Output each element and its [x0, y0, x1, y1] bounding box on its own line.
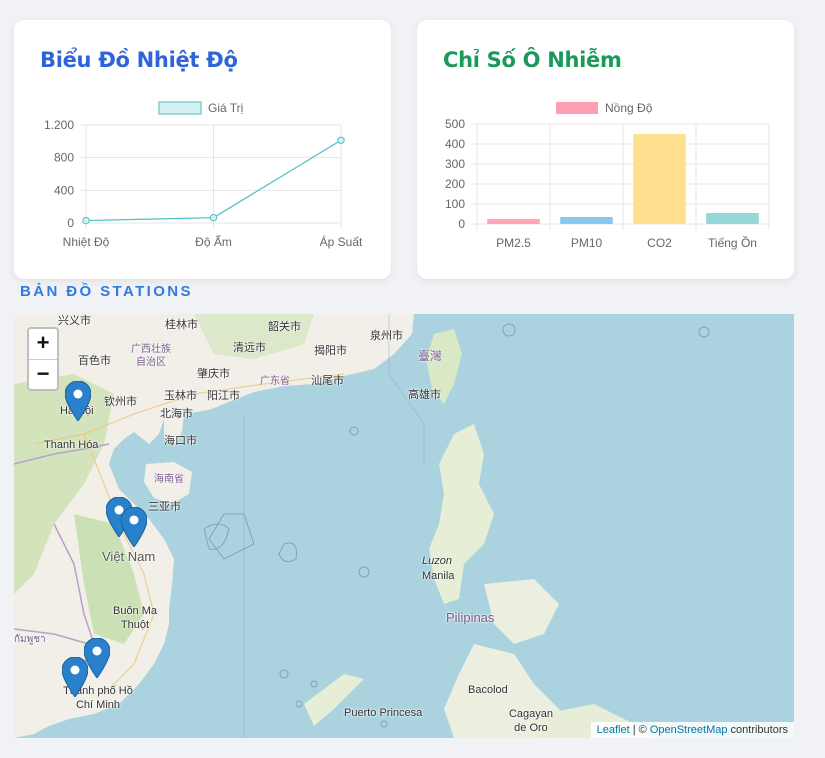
- x-tick-label: Độ Ẩm: [195, 234, 232, 249]
- map-label-puerto-princesa: Puerto Princesa: [344, 707, 423, 719]
- map-label-yulin: 玉林市: [164, 390, 197, 402]
- legend-label: Giá Trị: [208, 101, 243, 115]
- station-marker-hcm-2[interactable]: [62, 657, 88, 697]
- map-label-haikou: 海口市: [164, 435, 197, 447]
- y-tick-label: 200: [445, 177, 465, 191]
- x-tick-label: Nhiệt Độ: [63, 235, 110, 249]
- map-label-buon-ma-thuot: Buôn Ma Thuột: [112, 605, 158, 631]
- map-label-jieyang: 揭阳市: [314, 345, 347, 357]
- attribution-suffix: contributors: [727, 724, 788, 736]
- map-label-sanya: 三亚市: [148, 501, 181, 513]
- y-tick-label: 800: [54, 151, 74, 165]
- map-heading: BẢN ĐỒ STATIONS: [20, 283, 193, 300]
- pollution-card: Chỉ Số Ô Nhiễm 0 100 200 300 400 500 Nồng Độ PM…: [417, 20, 794, 279]
- data-point: [209, 213, 218, 222]
- pollution-chart: 0 100 200 300 400 500 Nồng Độ PM2.5 PM10 CO2 Tiếng…: [445, 101, 770, 250]
- data-point: [337, 136, 345, 144]
- data-point: [82, 216, 90, 225]
- x-tick-label: Áp Suất: [320, 234, 363, 249]
- map-label-shanwei: 汕尾市: [311, 375, 344, 387]
- y-tick-label: 100: [445, 197, 465, 211]
- legend-swatch: [158, 101, 202, 115]
- map-label-manila: Manila: [422, 570, 455, 582]
- y-tick-label: 400: [54, 183, 74, 197]
- map-label-bacolod: Bacolod: [468, 684, 508, 696]
- map-label-yangjiang: 阳江市: [207, 390, 240, 402]
- map-attribution: Leaflet | © OpenStreetMap contributors: [590, 722, 794, 738]
- stations-map[interactable]: Hà Nội Thanh Hóa Việt Nam Buôn Ma Thuột …: [14, 314, 794, 738]
- bar: [560, 217, 613, 224]
- map-label-viet-nam: Việt Nam: [102, 549, 156, 564]
- zoom-out-button[interactable]: −: [29, 359, 57, 389]
- temperature-chart: 0 400 800 1.200 Nhiệt Độ Độ Ẩm Áp Suất Giá Trị: [44, 101, 363, 249]
- station-marker-hanoi[interactable]: [65, 381, 91, 421]
- map-label-xingyi: 兴义市: [58, 315, 91, 327]
- map-label-cagayan: Cagayan de Oro: [508, 708, 554, 734]
- map-label-baise: 百色市: [78, 355, 111, 367]
- x-tick-label: Tiếng Ồn: [708, 235, 757, 250]
- map-label-pilipinas: Pilipinas: [446, 610, 495, 625]
- map-label-qinzhou: 钦州市: [104, 396, 137, 408]
- map-label-kaohsiung: 高雄市: [408, 389, 441, 401]
- y-tick-label: 500: [445, 117, 465, 131]
- map-label-guilin: 桂林市: [165, 319, 198, 331]
- map-label-thanh-hoa: Thanh Hóa: [44, 439, 99, 451]
- map-label-qingyuan: 清远市: [233, 342, 266, 354]
- map-label-guangxi: 广西壮族自治区: [131, 344, 171, 368]
- map-label-luzon: Luzon: [422, 555, 452, 567]
- y-tick-label: 300: [445, 157, 465, 171]
- y-tick-label: 0: [458, 217, 465, 231]
- bar: [706, 213, 759, 224]
- temperature-card: Biểu Đồ Nhiệt Độ 0 400 800 1.200 Nhiệt Độ Độ …: [14, 20, 391, 279]
- map-label-beihai: 北海市: [160, 408, 193, 420]
- station-marker-hue-2[interactable]: [121, 507, 147, 547]
- map-label-hainan: 海南省: [154, 474, 184, 485]
- map-label-quanzhou: 泉州市: [370, 330, 403, 342]
- y-tick-label: 400: [445, 137, 465, 151]
- x-tick-label: PM2.5: [496, 236, 531, 250]
- map-label-taiwan: 臺灣: [418, 349, 443, 363]
- bar: [487, 219, 540, 224]
- y-tick-label: 0: [67, 216, 74, 230]
- map-label-zhaoqing: 肇庆市: [197, 368, 230, 380]
- zoom-in-button[interactable]: +: [29, 329, 57, 359]
- legend-label: Nồng Độ: [605, 101, 653, 115]
- map-label-cambodia: กัมพูชา: [14, 634, 46, 645]
- zoom-control: + −: [27, 327, 59, 391]
- osm-link[interactable]: OpenStreetMap: [650, 724, 728, 736]
- bar: [633, 134, 686, 224]
- y-tick-label: 1.200: [44, 118, 74, 132]
- legend-swatch: [556, 102, 598, 114]
- attribution-separator: | ©: [629, 724, 650, 736]
- leaflet-link[interactable]: Leaflet: [597, 724, 630, 736]
- map-label-guangdong: 广东省: [260, 376, 290, 387]
- x-tick-label: PM10: [571, 236, 603, 250]
- map-label-shaoguan: 韶关市: [268, 321, 301, 333]
- x-tick-label: CO2: [647, 236, 672, 250]
